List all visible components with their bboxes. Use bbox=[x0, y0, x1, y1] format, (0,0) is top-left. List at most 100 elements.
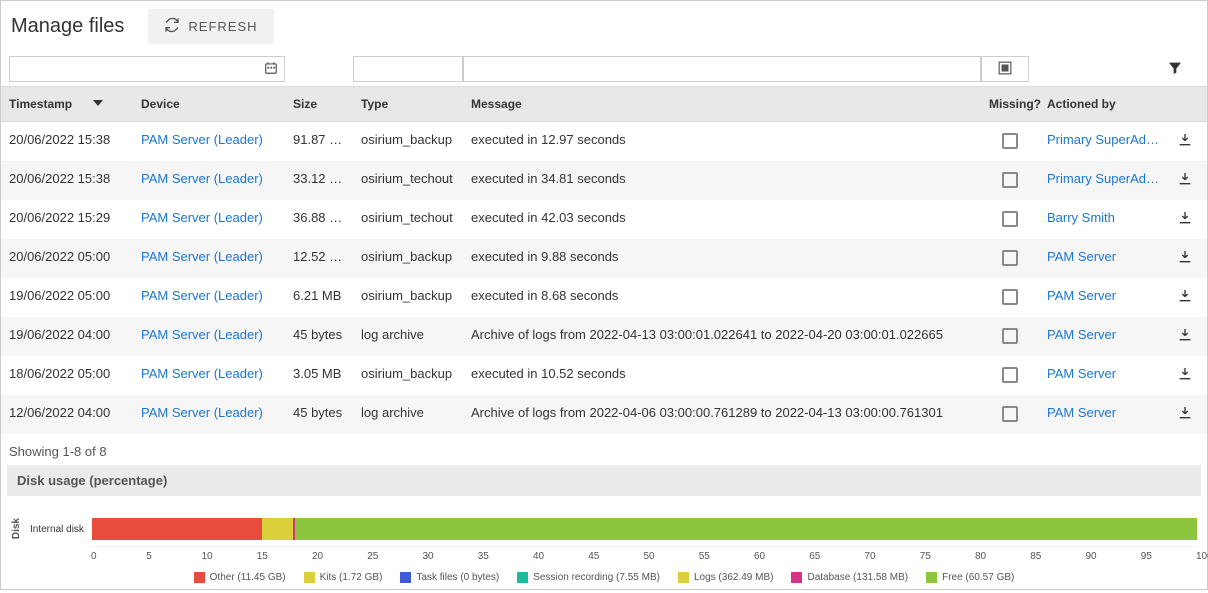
refresh-button[interactable]: REFRESH bbox=[148, 9, 273, 44]
download-button[interactable] bbox=[1169, 278, 1201, 317]
legend-swatch bbox=[517, 572, 528, 583]
cell-message: executed in 12.97 seconds bbox=[463, 122, 981, 161]
download-button[interactable] bbox=[1169, 239, 1201, 278]
bar-segment-free bbox=[295, 518, 1197, 540]
legend-label: Database (131.58 MB) bbox=[807, 572, 908, 583]
filter-timestamp-input[interactable] bbox=[10, 57, 264, 81]
filter-timestamp[interactable] bbox=[9, 56, 285, 82]
cell-device-link[interactable]: PAM Server (Leader) bbox=[133, 122, 285, 161]
checkbox-icon[interactable] bbox=[1002, 367, 1018, 383]
col-device[interactable]: Device bbox=[133, 87, 285, 121]
disk-usage-title: Disk usage (percentage) bbox=[7, 465, 1201, 496]
cell-actioned-link[interactable]: PAM Server bbox=[1039, 317, 1169, 356]
axis-tick: 75 bbox=[920, 551, 921, 562]
indeterminate-checkbox-icon[interactable] bbox=[998, 61, 1012, 78]
col-missing[interactable]: Missing? bbox=[981, 87, 1039, 121]
col-size[interactable]: Size bbox=[285, 87, 353, 121]
cell-device-link[interactable]: PAM Server (Leader) bbox=[133, 161, 285, 200]
bar-segment-other bbox=[92, 518, 262, 540]
cell-missing[interactable] bbox=[981, 161, 1039, 200]
legend-swatch bbox=[194, 572, 205, 583]
col-actioned[interactable]: Actioned by bbox=[1039, 87, 1169, 121]
calendar-icon[interactable] bbox=[264, 61, 284, 78]
cell-device-link[interactable]: PAM Server (Leader) bbox=[133, 278, 285, 317]
table-row: 20/06/2022 15:38PAM Server (Leader)91.87… bbox=[1, 122, 1207, 161]
cell-device-link[interactable]: PAM Server (Leader) bbox=[133, 239, 285, 278]
cell-missing[interactable] bbox=[981, 239, 1039, 278]
cell-missing[interactable] bbox=[981, 200, 1039, 239]
legend-label: Logs (362.49 MB) bbox=[694, 572, 774, 583]
cell-actioned-link[interactable]: PAM Server bbox=[1039, 278, 1169, 317]
cell-message: executed in 10.52 seconds bbox=[463, 356, 981, 395]
checkbox-icon[interactable] bbox=[1002, 406, 1018, 422]
table-row: 12/06/2022 04:00PAM Server (Leader)45 by… bbox=[1, 395, 1207, 434]
cell-actioned-link[interactable]: PAM Server bbox=[1039, 395, 1169, 434]
checkbox-icon[interactable] bbox=[1002, 289, 1018, 305]
checkbox-icon[interactable] bbox=[1002, 250, 1018, 266]
filter-funnel-icon[interactable] bbox=[1167, 60, 1183, 79]
download-button[interactable] bbox=[1169, 161, 1201, 200]
checkbox-icon[interactable] bbox=[1002, 172, 1018, 188]
col-message[interactable]: Message bbox=[463, 87, 981, 121]
cell-device-link[interactable]: PAM Server (Leader) bbox=[133, 395, 285, 434]
cell-actioned-link[interactable]: Primary SuperAdmin bbox=[1039, 161, 1169, 200]
legend-swatch bbox=[791, 572, 802, 583]
download-button[interactable] bbox=[1169, 122, 1201, 161]
download-button[interactable] bbox=[1169, 395, 1201, 434]
cell-actioned-link[interactable]: PAM Server bbox=[1039, 356, 1169, 395]
cell-missing[interactable] bbox=[981, 395, 1039, 434]
legend-swatch bbox=[678, 572, 689, 583]
axis-tick: 60 bbox=[754, 551, 755, 562]
table-row: 18/06/2022 05:00PAM Server (Leader)3.05 … bbox=[1, 356, 1207, 395]
checkbox-icon[interactable] bbox=[1002, 133, 1018, 149]
cell-timestamp: 18/06/2022 05:00 bbox=[1, 356, 133, 395]
col-timestamp[interactable]: Timestamp bbox=[1, 87, 133, 121]
cell-device-link[interactable]: PAM Server (Leader) bbox=[133, 356, 285, 395]
download-button[interactable] bbox=[1169, 356, 1201, 395]
chart-row-label: Internal disk bbox=[30, 524, 84, 535]
cell-timestamp: 20/06/2022 15:38 bbox=[1, 122, 133, 161]
filter-missing[interactable] bbox=[981, 56, 1029, 82]
download-button[interactable] bbox=[1169, 317, 1201, 356]
col-timestamp-label: Timestamp bbox=[9, 97, 72, 111]
checkbox-icon[interactable] bbox=[1002, 328, 1018, 344]
cell-timestamp: 12/06/2022 04:00 bbox=[1, 395, 133, 434]
axis-tick: 20 bbox=[312, 551, 313, 562]
axis-tick: 15 bbox=[257, 551, 258, 562]
cell-actioned-link[interactable]: Barry Smith bbox=[1039, 200, 1169, 239]
cell-device-link[interactable]: PAM Server (Leader) bbox=[133, 200, 285, 239]
cell-missing[interactable] bbox=[981, 317, 1039, 356]
filter-type[interactable] bbox=[353, 56, 463, 82]
cell-message: Archive of logs from 2022-04-06 03:00:00… bbox=[463, 395, 981, 434]
cell-message: executed in 9.88 seconds bbox=[463, 239, 981, 278]
cell-size: 6.21 MB bbox=[285, 278, 353, 317]
chart-x-axis: 0510152025303540455055606570758085909510… bbox=[91, 546, 1197, 562]
download-button[interactable] bbox=[1169, 200, 1201, 239]
cell-missing[interactable] bbox=[981, 356, 1039, 395]
col-type[interactable]: Type bbox=[353, 87, 463, 121]
cell-size: 36.88 MB bbox=[285, 200, 353, 239]
legend-swatch bbox=[926, 572, 937, 583]
cell-type: osirium_techout bbox=[353, 200, 463, 239]
cell-missing[interactable] bbox=[981, 122, 1039, 161]
cell-missing[interactable] bbox=[981, 278, 1039, 317]
checkbox-icon[interactable] bbox=[1002, 211, 1018, 227]
cell-timestamp: 20/06/2022 15:29 bbox=[1, 200, 133, 239]
cell-message: Archive of logs from 2022-04-13 03:00:01… bbox=[463, 317, 981, 356]
cell-actioned-link[interactable]: PAM Server bbox=[1039, 239, 1169, 278]
cell-actioned-link[interactable]: Primary SuperAdmin bbox=[1039, 122, 1169, 161]
filter-message-input[interactable] bbox=[464, 57, 980, 81]
table-row: 19/06/2022 05:00PAM Server (Leader)6.21 … bbox=[1, 278, 1207, 317]
table-row: 20/06/2022 05:00PAM Server (Leader)12.52… bbox=[1, 239, 1207, 278]
table-body: 20/06/2022 15:38PAM Server (Leader)91.87… bbox=[1, 122, 1207, 434]
axis-tick: 85 bbox=[1030, 551, 1031, 562]
axis-tick: 35 bbox=[478, 551, 479, 562]
sort-desc-icon bbox=[93, 97, 103, 111]
filter-message[interactable] bbox=[463, 56, 981, 82]
filter-type-input[interactable] bbox=[354, 57, 462, 81]
legend-item: Kits (1.72 GB) bbox=[304, 572, 383, 583]
cell-timestamp: 20/06/2022 05:00 bbox=[1, 239, 133, 278]
cell-device-link[interactable]: PAM Server (Leader) bbox=[133, 317, 285, 356]
legend-item: Task files (0 bytes) bbox=[400, 572, 499, 583]
cell-size: 33.12 MB bbox=[285, 161, 353, 200]
